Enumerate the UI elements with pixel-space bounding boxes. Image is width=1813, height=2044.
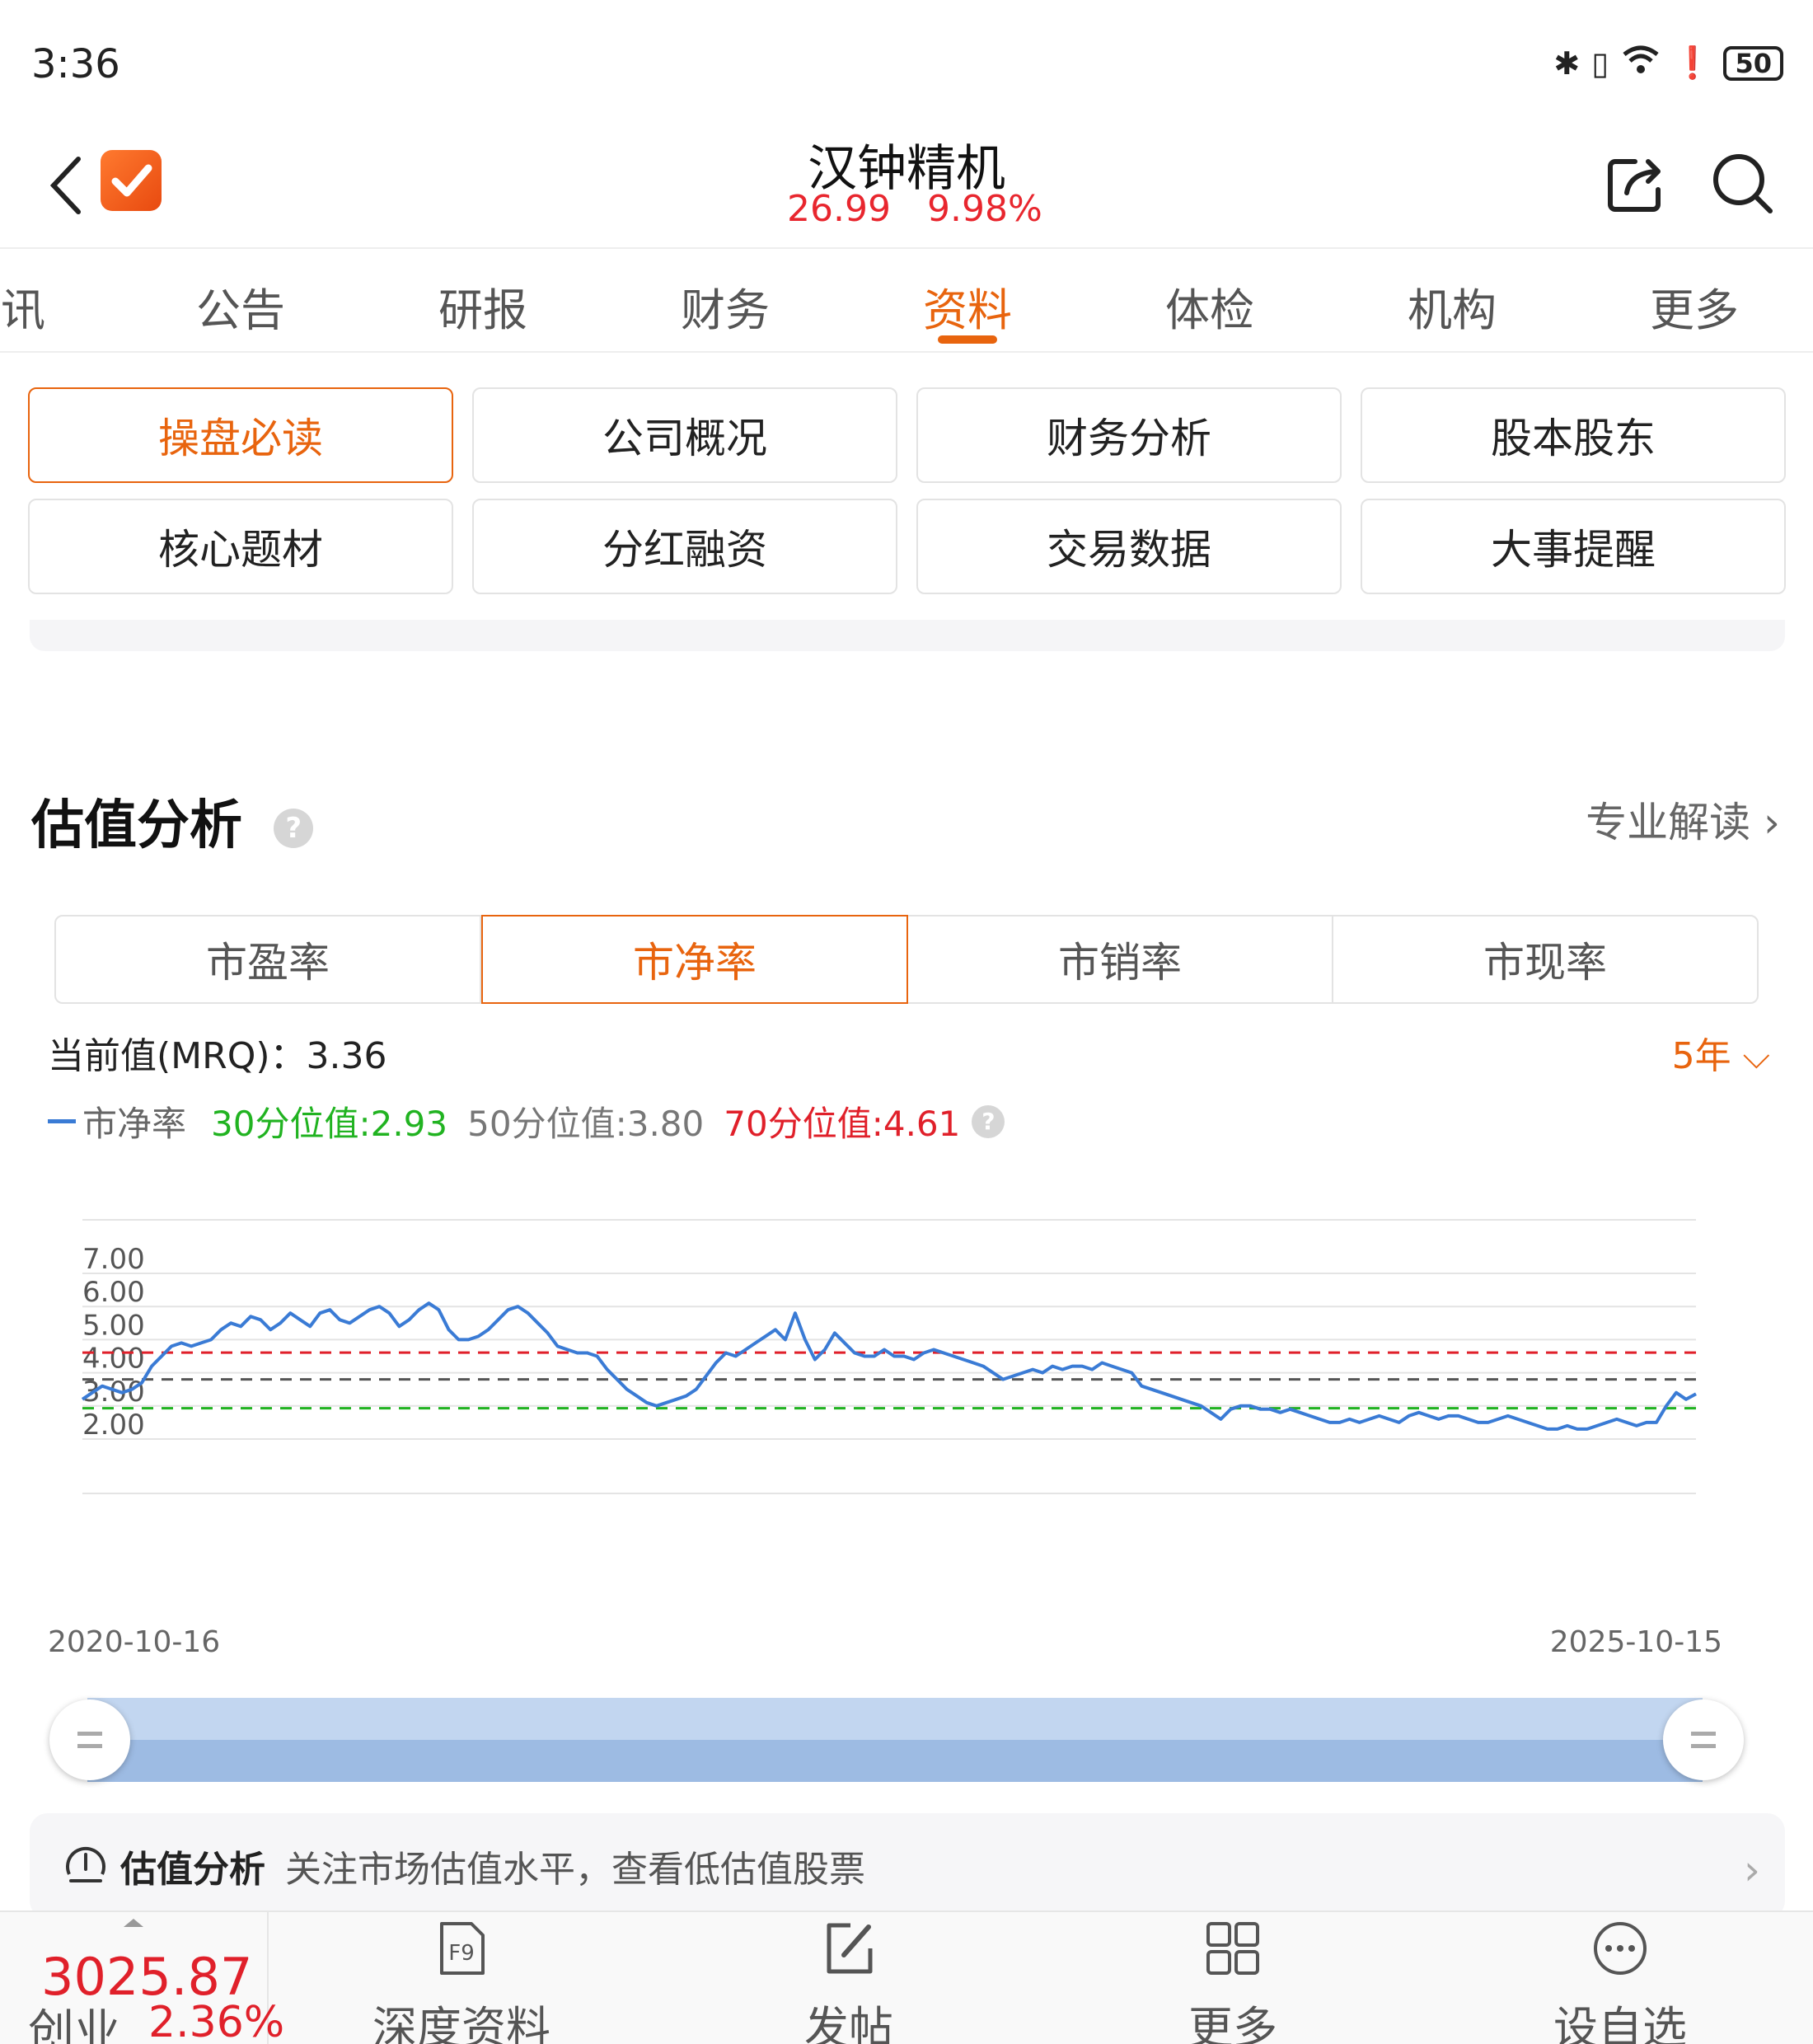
sub-trading-data-button[interactable]: 交易数据	[916, 499, 1342, 594]
range-handle-right[interactable]	[1663, 1699, 1744, 1780]
edit-icon	[827, 1923, 873, 1974]
nav-deep-data[interactable]: F9 深度资料	[338, 1912, 585, 2044]
index-pct: 2.36%	[148, 1998, 285, 2044]
grip-icon	[1691, 1732, 1716, 1748]
status-bar: 3:36 ✱ ▯ ❗ 50	[0, 0, 1813, 124]
header: 汉钟精机 26.99 9.98%	[0, 124, 1813, 247]
y-tick-label: 4.00	[82, 1343, 145, 1376]
stock-title: 汉钟精机	[808, 140, 1005, 198]
share-icon[interactable]	[1602, 148, 1671, 218]
divider-strip	[30, 620, 1785, 651]
chart-legend: 市净率 30分位值:2.93 50分位值:3.80 70分位值:4.61 ?	[48, 1096, 1005, 1146]
banner-text: 关注市场估值水平，查看低估值股票	[285, 1849, 865, 1891]
nav-more-label: 更多	[1188, 2002, 1277, 2044]
tab-bar: 讯 公告 研报 财务 资料 体检 机构 更多	[0, 247, 1813, 353]
status-icons: ✱ ▯ ❗ 50	[1553, 43, 1783, 83]
sub-trading-guide-button[interactable]: 操盘必读	[28, 387, 453, 483]
stock-price: 26.99	[787, 188, 891, 230]
sub-shareholders-button[interactable]: 股本股东	[1361, 387, 1786, 483]
series-line	[81, 1301, 1697, 1431]
tab-announcements[interactable]: 公告	[196, 274, 285, 339]
tab-profile[interactable]: 资料	[923, 274, 1012, 339]
seg-pe-ratio[interactable]: 市盈率	[54, 915, 481, 1004]
sub-financial-analysis-button[interactable]: 财务分析	[916, 387, 1342, 483]
valuation-title-text: 估值分析	[31, 795, 242, 856]
chevron-right-icon: ›	[1744, 1846, 1760, 1894]
chevron-right-icon: ›	[1764, 799, 1780, 846]
status-time: 3:36	[31, 41, 120, 87]
caret-up-icon	[124, 1919, 143, 1927]
date-end: 2025-10-15	[1549, 1625, 1722, 1659]
help-icon[interactable]: ?	[274, 809, 314, 849]
legend-help-icon[interactable]: ?	[972, 1104, 1005, 1138]
active-tab-indicator	[938, 335, 997, 344]
pro-interpretation-link[interactable]: 专业解读 ›	[1586, 790, 1780, 849]
pb-ratio-chart: 7.006.005.004.003.002.00	[81, 1219, 1697, 1494]
period-label: 5年	[1671, 1035, 1731, 1077]
seg-pb-ratio[interactable]: 市净率	[481, 915, 908, 1004]
nav-more[interactable]: 更多	[1109, 1912, 1356, 2044]
stock-change-pct: 9.98%	[927, 188, 1042, 230]
banner-title: 估值分析	[120, 1849, 265, 1891]
tab-checkup[interactable]: 体检	[1165, 274, 1254, 339]
nav-post[interactable]: 发帖	[725, 1912, 972, 2044]
wifi-icon	[1620, 43, 1661, 83]
y-tick-label: 2.00	[82, 1409, 145, 1442]
svg-text:F9: F9	[448, 1941, 475, 1966]
sub-major-events-button[interactable]: 大事提醒	[1361, 499, 1786, 594]
grid-icon	[1206, 1922, 1259, 1975]
index-widget[interactable]: 3025.87 创业 2.36%	[0, 1912, 284, 2044]
index-name: 创业	[28, 2005, 120, 2044]
tab-news[interactable]: 讯	[1, 274, 45, 339]
legend-p70: 70分位值:4.61	[724, 1104, 961, 1144]
tab-finance[interactable]: 财务	[681, 274, 770, 339]
range-slider-track[interactable]	[87, 1698, 1703, 1782]
bluetooth-icon: ✱	[1553, 45, 1581, 82]
nav-add-watchlist[interactable]: 设自选	[1497, 1912, 1744, 2044]
legend-p30: 30分位值:2.93	[211, 1104, 448, 1144]
nav-deep-data-label: 深度资料	[372, 2002, 550, 2044]
valuation-banner[interactable]: 估值分析 关注市场估值水平，查看低估值股票 ›	[30, 1813, 1785, 1919]
range-handle-left[interactable]	[49, 1699, 130, 1780]
bottom-bar: 3025.87 创业 2.36% F9 深度资料 发帖 更多 设自选	[0, 1910, 1813, 2044]
alert-icon: ❗	[1673, 45, 1712, 81]
sub-dividend-financing-button[interactable]: 分红融资	[472, 499, 897, 594]
tab-research[interactable]: 研报	[438, 274, 527, 339]
date-start: 2020-10-16	[48, 1625, 221, 1659]
vibrate-icon: ▯	[1591, 45, 1609, 82]
tab-more[interactable]: 更多	[1650, 274, 1739, 339]
search-icon[interactable]	[1708, 148, 1777, 218]
sub-company-overview-button[interactable]: 公司概况	[472, 387, 897, 483]
battery-icon: 50	[1723, 45, 1783, 81]
valuation-title: 估值分析 ?	[31, 783, 314, 859]
grip-icon	[77, 1732, 102, 1748]
pro-link-label: 专业解读	[1586, 799, 1751, 846]
period-selector[interactable]: 5年 ⌵	[1672, 1026, 1770, 1079]
y-tick-label: 7.00	[82, 1243, 145, 1276]
seg-ps-ratio[interactable]: 市销率	[906, 915, 1333, 1004]
chevron-down-icon: ⌵	[1742, 1035, 1770, 1077]
y-tick-label: 5.00	[82, 1309, 145, 1342]
y-tick-label: 6.00	[82, 1276, 145, 1309]
tab-institutions[interactable]: 机构	[1408, 274, 1497, 339]
nav-add-watchlist-label: 设自选	[1553, 2002, 1687, 2044]
current-value: 当前值(MRQ)：3.36	[48, 1035, 387, 1077]
f9-icon: F9	[440, 1922, 485, 1975]
nav-post-label: 发帖	[804, 2002, 893, 2044]
gauge-icon	[66, 1846, 105, 1882]
sub-core-themes-button[interactable]: 核心题材	[28, 499, 453, 594]
legend-series-name: 市净率	[82, 1104, 187, 1144]
ellipsis-circle-icon	[1594, 1922, 1647, 1975]
legend-line-icon	[48, 1119, 76, 1123]
legend-p50: 50分位值:3.80	[467, 1104, 705, 1144]
seg-pcf-ratio[interactable]: 市现率	[1332, 915, 1759, 1004]
